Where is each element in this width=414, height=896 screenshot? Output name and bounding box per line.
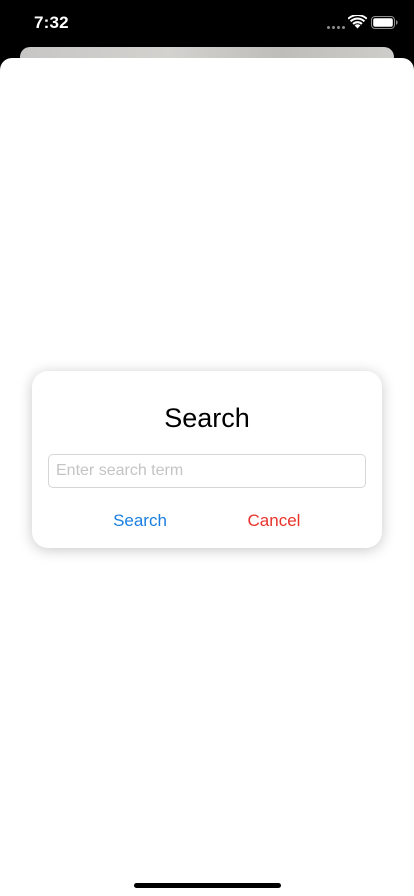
search-input[interactable] [48,454,366,488]
battery-icon [371,16,398,29]
cancel-button[interactable]: Cancel [234,511,314,531]
status-time: 7:32 [34,13,69,32]
search-dialog: Search Search Cancel [32,371,382,548]
dialog-title: Search [164,403,250,433]
status-bar: 7:32 [0,0,414,48]
home-indicator[interactable] [134,883,281,888]
screen: 7:32 Search Search Cancel [0,0,414,896]
wifi-icon [348,15,367,29]
search-button[interactable]: Search [100,511,180,531]
cellular-signal-icon [327,26,345,29]
